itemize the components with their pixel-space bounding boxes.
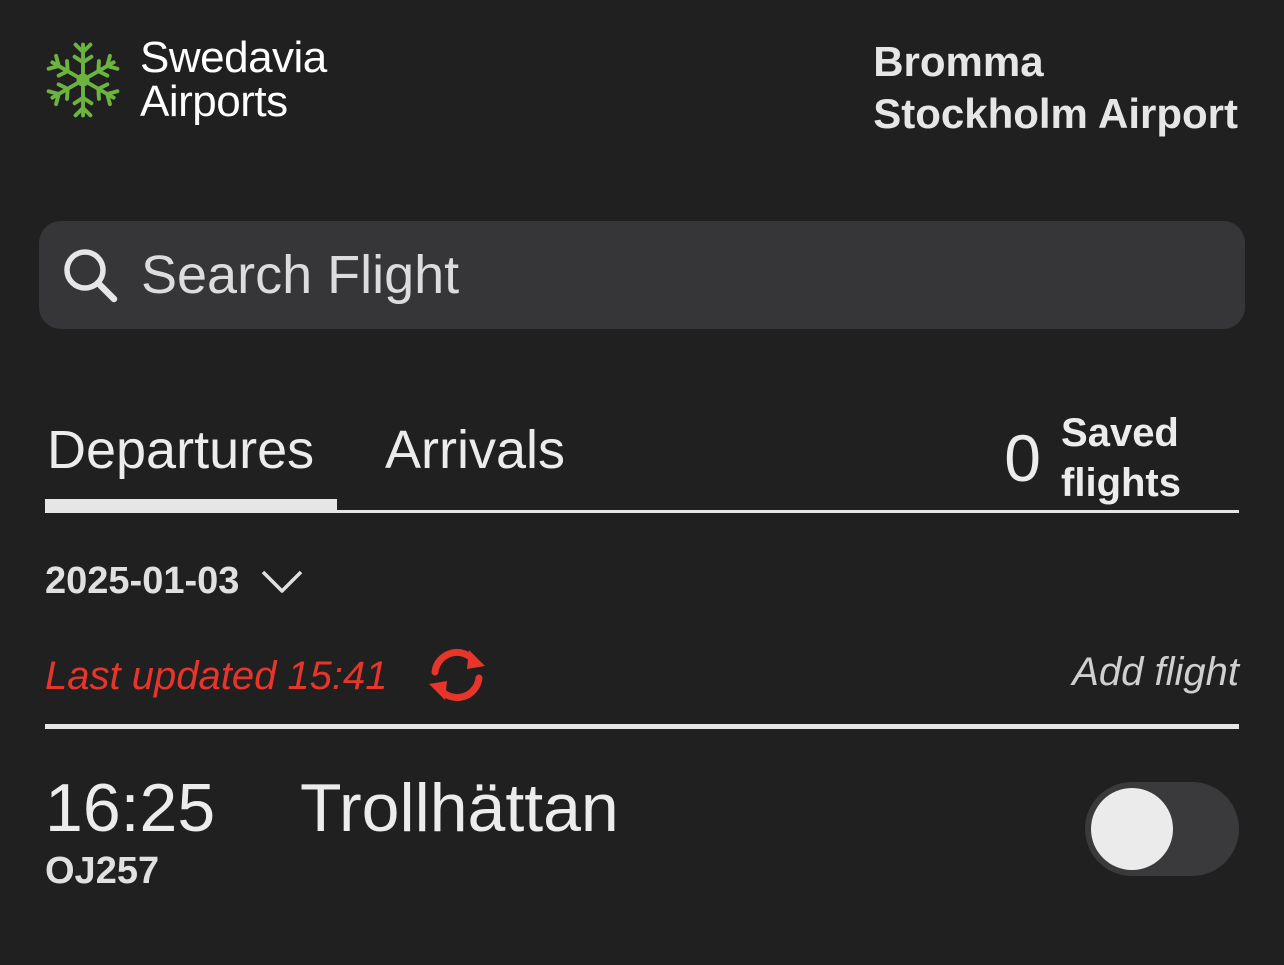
status-row: Last updated 15:41 Add flight bbox=[45, 640, 1239, 716]
brand-name-line-2: Airports bbox=[140, 77, 288, 126]
selected-date: 2025-01-03 bbox=[45, 560, 240, 602]
search-bar[interactable] bbox=[39, 221, 1245, 329]
saved-flights-label-line-1: Saved bbox=[1061, 411, 1179, 455]
toggle-knob bbox=[1091, 788, 1173, 870]
tab-arrivals[interactable]: Arrivals bbox=[385, 418, 565, 482]
brand-name: Swedavia Airports bbox=[140, 36, 327, 124]
saved-flights-button[interactable]: 0 Saved flights bbox=[1004, 408, 1181, 508]
date-selector[interactable]: 2025-01-03 bbox=[45, 560, 303, 603]
refresh-icon[interactable] bbox=[425, 642, 489, 708]
flight-number: OJ257 bbox=[45, 850, 160, 892]
search-input[interactable] bbox=[139, 234, 1245, 316]
flight-info-screen: Swedavia Airports Bromma Stockholm Airpo… bbox=[0, 0, 1284, 965]
add-flight-link[interactable]: Add flight bbox=[1072, 650, 1239, 695]
saved-flights-count: 0 bbox=[1004, 421, 1042, 495]
brand-name-line-1: Swedavia bbox=[140, 33, 327, 82]
saved-flights-label: Saved flights bbox=[1061, 408, 1181, 508]
chevron-down-icon bbox=[262, 570, 303, 593]
flight-time: 16:25 bbox=[45, 770, 216, 846]
list-divider bbox=[45, 724, 1239, 729]
airport-name-line-2: Stockholm Airport bbox=[873, 90, 1238, 137]
snowflake-logo-icon bbox=[46, 42, 120, 118]
save-flight-toggle[interactable] bbox=[1085, 782, 1239, 876]
brand: Swedavia Airports bbox=[42, 36, 327, 124]
saved-flights-label-line-2: flights bbox=[1061, 461, 1181, 505]
flight-row[interactable]: 16:25 Trollhättan OJ257 bbox=[45, 760, 1239, 910]
tab-bar: Departures Arrivals 0 Saved flights bbox=[45, 400, 1239, 514]
airport-name-line-1: Bromma bbox=[873, 38, 1044, 85]
flight-destination: Trollhättan bbox=[300, 770, 619, 846]
last-updated-text: Last updated 15:41 bbox=[45, 654, 388, 698]
active-tab-indicator bbox=[45, 499, 337, 510]
tab-departures[interactable]: Departures bbox=[47, 418, 314, 482]
search-icon bbox=[64, 249, 118, 303]
tab-divider bbox=[45, 510, 1239, 513]
airport-name: Bromma Stockholm Airport bbox=[873, 36, 1238, 140]
